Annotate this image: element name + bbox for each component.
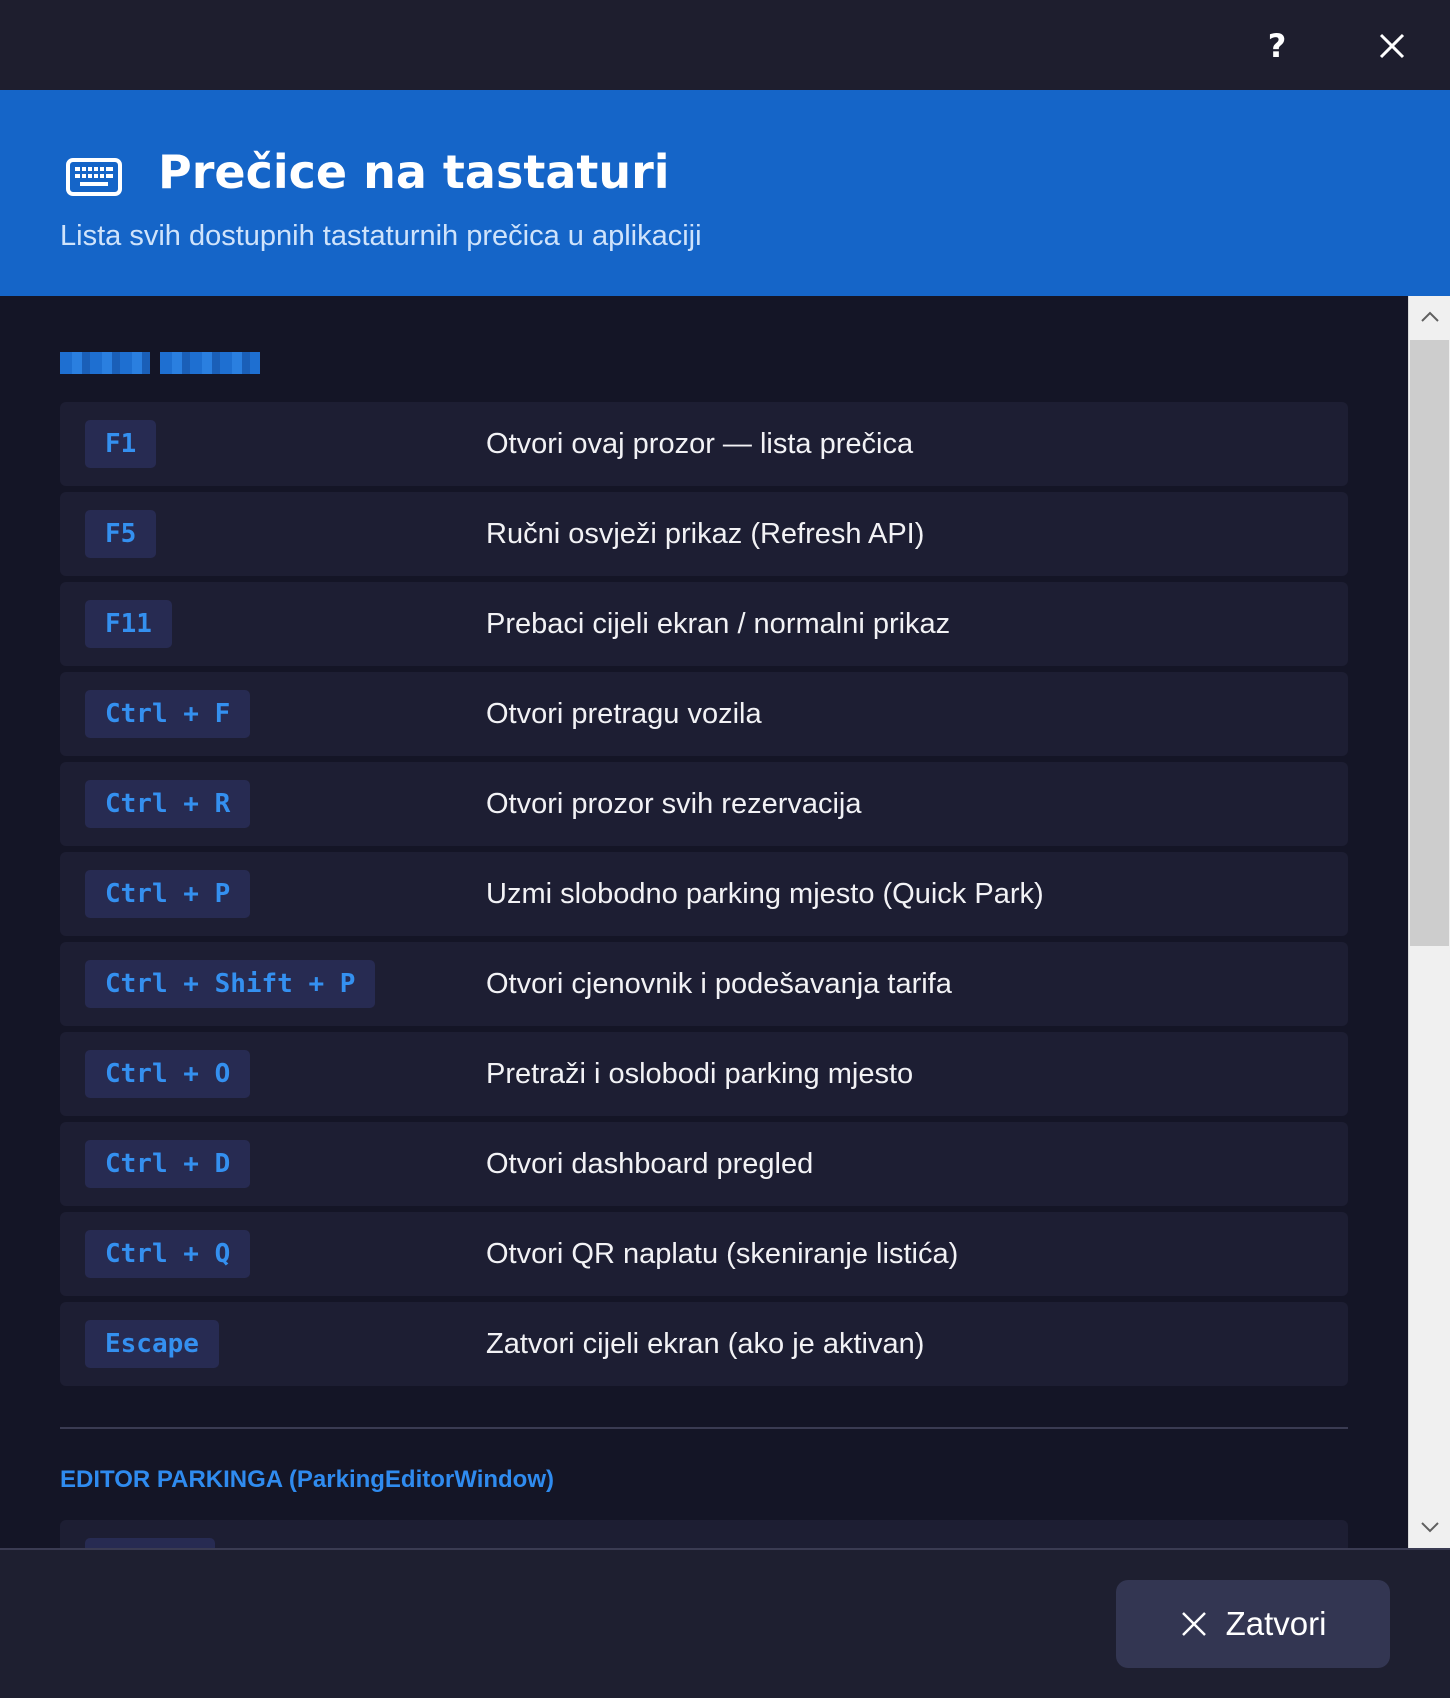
shortcut-row — [60, 1520, 1348, 1548]
shortcut-key: Ctrl + Shift + P — [85, 960, 376, 1008]
chevron-up-icon — [1421, 311, 1439, 322]
shortcut-description: Otvori prozor svih rezervacija — [486, 788, 862, 820]
shortcut-description: Otvori dashboard pregled — [486, 1148, 814, 1180]
shortcut-description: Otvori QR naplatu (skeniranje listića) — [486, 1238, 959, 1270]
close-button[interactable]: Zatvori — [1116, 1580, 1390, 1668]
keyboard-icon — [66, 158, 122, 196]
shortcut-key: Ctrl + P — [85, 870, 251, 918]
shortcut-row: Ctrl + D Otvori dashboard pregled — [60, 1122, 1348, 1206]
shortcut-row: F5 Ručni osvježi prikaz (Refresh API) — [60, 492, 1348, 576]
shortcut-key: Ctrl + R — [85, 780, 251, 828]
shortcut-description: Zatvori cijeli ekran (ako je aktivan) — [486, 1328, 925, 1360]
shortcut-description: Ručni osvježi prikaz (Refresh API) — [486, 518, 925, 550]
window-close-button[interactable] — [1362, 16, 1422, 76]
shortcut-key: F11 — [85, 600, 172, 648]
shortcut-key: Ctrl + F — [85, 690, 251, 738]
close-button-label: Zatvori — [1225, 1605, 1327, 1642]
shortcut-key: Ctrl + Q — [85, 1230, 251, 1278]
shortcut-key: Ctrl + O — [85, 1050, 251, 1098]
shortcut-rows: F1 Otvori ovaj prozor — lista prečica F5 Ru… — [60, 402, 1348, 1392]
shortcut-row: Ctrl + Q Otvori QR naplatu (skeniranje li… — [60, 1212, 1348, 1296]
shortcut-row: Ctrl + R Otvori prozor svih rezervacija — [60, 762, 1348, 846]
shortcut-row: Ctrl + P Uzmi slobodno parking mjesto (Qu… — [60, 852, 1348, 936]
vertical-scrollbar[interactable] — [1408, 296, 1450, 1548]
dialog-header: Prečice na tastaturi Lista svih dostupni… — [0, 90, 1450, 296]
scroll-up-button[interactable] — [1409, 296, 1450, 338]
shortcut-row: F1 Otvori ovaj prozor — lista prečica — [60, 402, 1348, 486]
shortcut-row: Ctrl + F Otvori pretragu vozila — [60, 672, 1348, 756]
close-icon — [1181, 1612, 1206, 1636]
shortcut-key: F1 — [85, 420, 157, 468]
shortcut-row: Escape Zatvori cijeli ekran (ako je aktiv… — [60, 1302, 1348, 1386]
shortcut-key: Escape — [85, 1320, 219, 1368]
shortcut-description: Otvori cjenovnik i podešavanja tarifa — [486, 968, 952, 1000]
shortcut-description: Uzmi slobodno parking mjesto (Quick Park… — [486, 878, 1044, 910]
shortcut-row: Ctrl + Shift + P Otvori cjenovnik i podeš… — [60, 942, 1348, 1026]
shortcut-description: Otvori pretragu vozila — [486, 698, 762, 730]
chevron-down-icon — [1421, 1522, 1439, 1533]
close-icon — [1379, 33, 1405, 59]
shortcuts-list-area[interactable]: F1 Otvori ovaj prozor — lista prečica F5 Ru… — [0, 296, 1408, 1548]
section-title-redacted — [60, 352, 260, 374]
shortcut-key — [85, 1538, 215, 1548]
help-button[interactable]: ? — [1247, 16, 1307, 76]
scroll-thumb[interactable] — [1410, 340, 1449, 946]
dialog-title: Prečice na tastaturi — [158, 145, 670, 199]
shortcut-description: Prebaci cijeli ekran / normalni prikaz — [486, 608, 951, 640]
title-bar: ? — [0, 0, 1450, 90]
scroll-down-button[interactable] — [1409, 1506, 1450, 1548]
shortcut-row: Ctrl + O Pretraži i oslobodi parking mjes… — [60, 1032, 1348, 1116]
dialog-footer: Zatvori — [0, 1548, 1450, 1698]
shortcut-row: F11 Prebaci cijeli ekran / normalni prika… — [60, 582, 1348, 666]
section-divider — [60, 1427, 1348, 1429]
shortcut-key: Ctrl + D — [85, 1140, 251, 1188]
shortcut-description: Pretraži i oslobodi parking mjesto — [486, 1058, 914, 1090]
section-title-parking-editor: EDITOR PARKINGA (ParkingEditorWindow) — [60, 1466, 555, 1493]
dialog-subtitle: Lista svih dostupnih tastaturnih prečica… — [60, 220, 702, 252]
shortcut-key: F5 — [85, 510, 157, 558]
shortcut-description: Otvori ovaj prozor — lista prečica — [486, 428, 914, 460]
shortcuts-dialog: ? Prečice na tastaturi Lista svih dostup… — [0, 0, 1450, 1698]
help-label: ? — [1267, 27, 1287, 65]
